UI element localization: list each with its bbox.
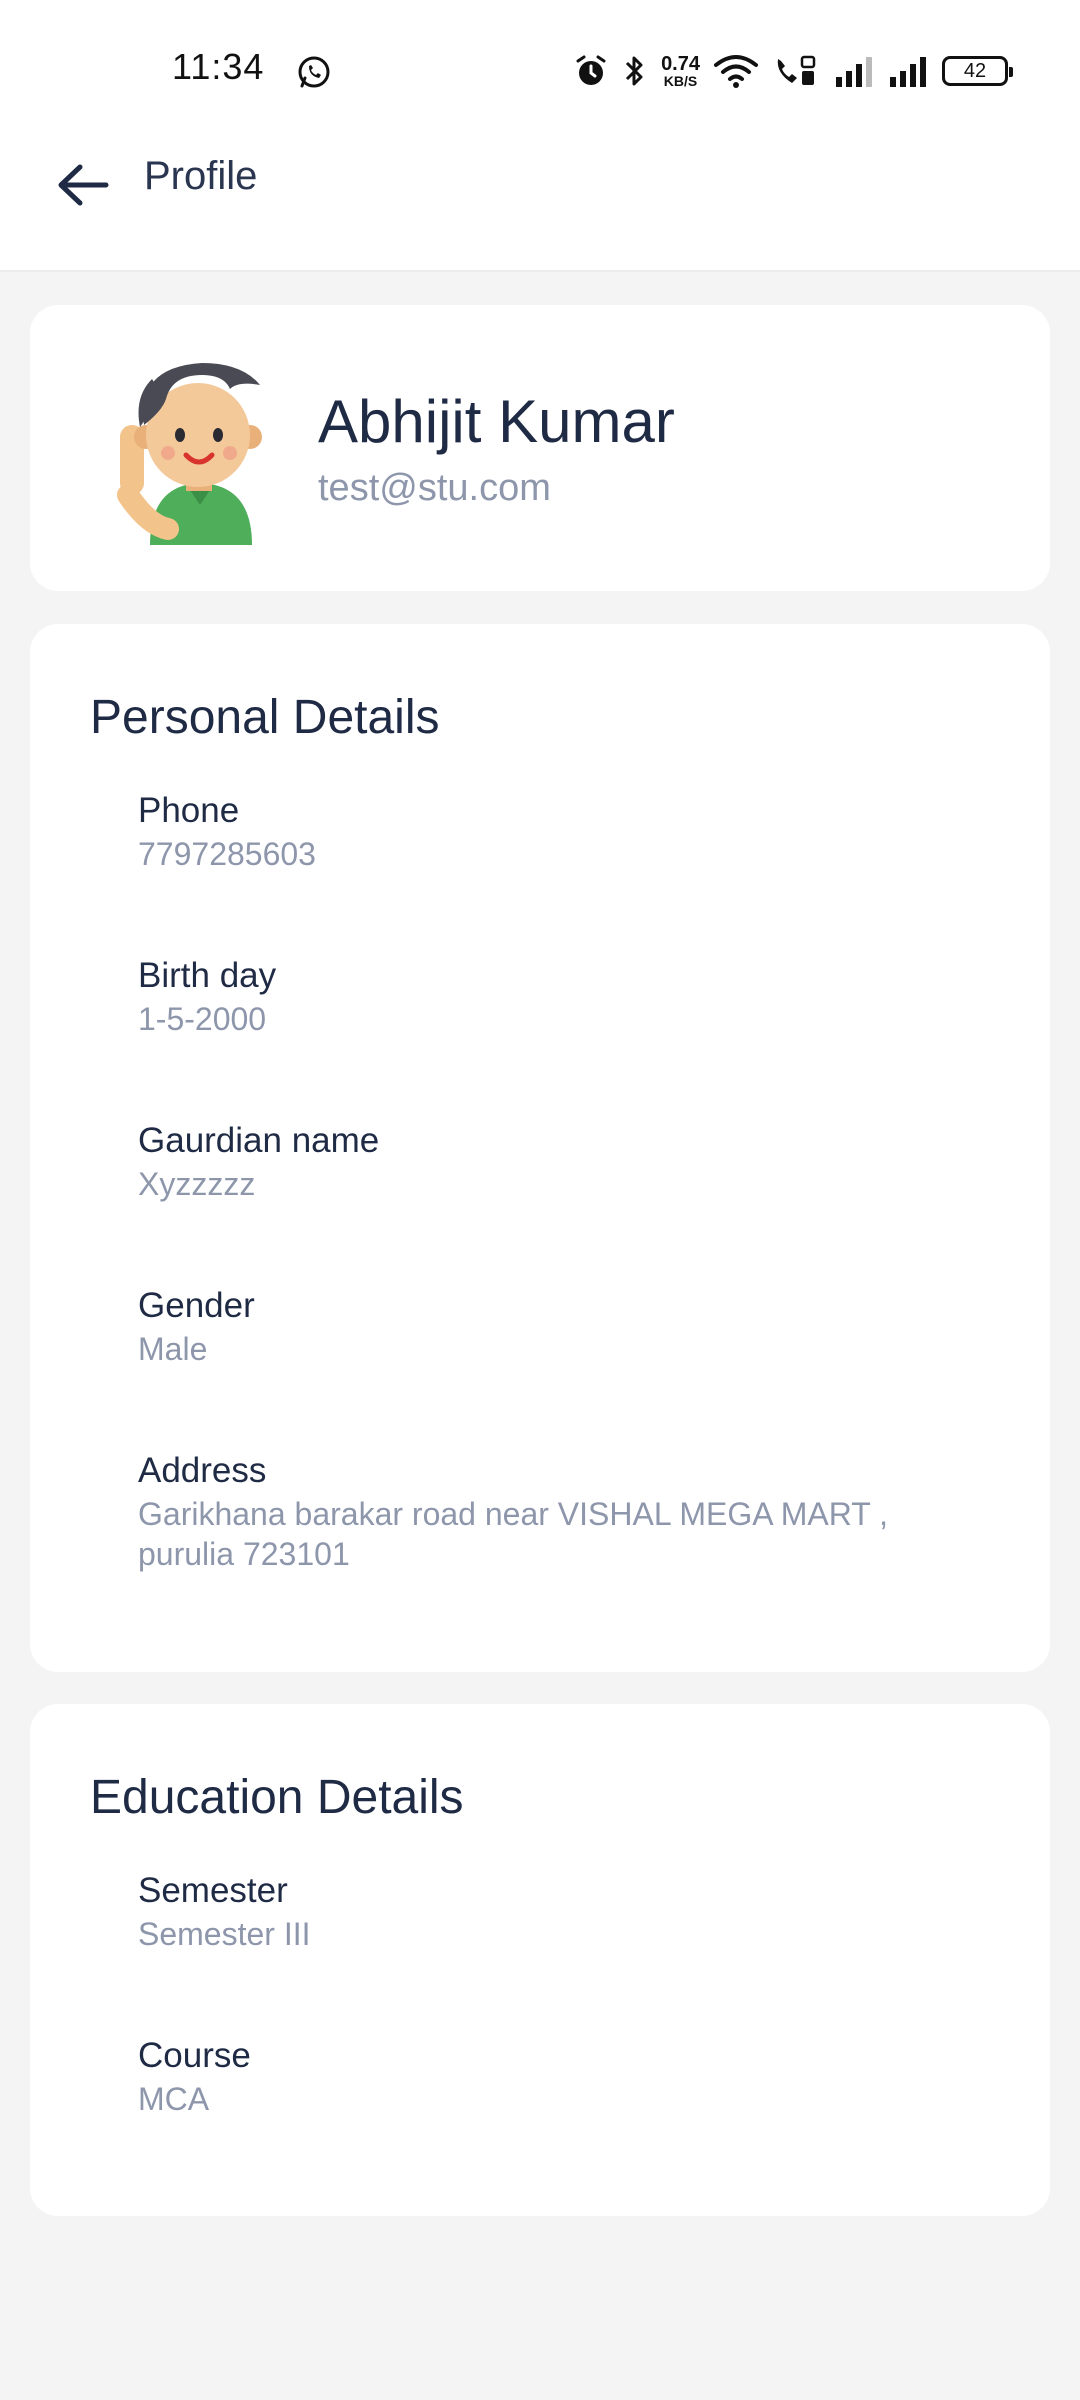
bluetooth-icon [626, 56, 643, 86]
field-value: Male [138, 1331, 208, 1367]
signal-2-icon [890, 57, 926, 87]
signal-1-icon [836, 57, 872, 87]
whatsapp-icon [298, 56, 330, 88]
page-title: Profile [144, 154, 258, 198]
alarm-icon [576, 55, 606, 85]
network-speed: 0.74 KB/S [661, 54, 700, 88]
profile-name: Abhijit Kumar [318, 388, 675, 455]
field-guardian-name: Gaurdian name Xyzzzzz [138, 1118, 990, 1204]
screen: 11:34 0.74 KB/S 42 Profile Abhijit Kumar… [0, 0, 1080, 2400]
section-title-personal-details: Personal Details [90, 691, 440, 744]
education-details-card: Education Details Semester Semester III … [30, 1704, 1050, 2216]
status-bar: 11:34 0.74 KB/S 42 [0, 0, 1080, 128]
field-birth-day: Birth day 1-5-2000 [138, 953, 990, 1039]
field-label: Address [138, 1451, 267, 1490]
profile-email: test@stu.com [318, 467, 551, 509]
network-speed-unit: KB/S [663, 73, 698, 89]
field-label: Birth day [138, 956, 277, 995]
personal-details-card: Personal Details Phone 7797285603 Birth … [30, 624, 1050, 1672]
section-title-education-details: Education Details [90, 1771, 464, 1824]
wifi-calling-icon [777, 55, 816, 85]
app-bar: Profile [0, 128, 1080, 272]
field-phone: Phone 7797285603 [138, 788, 990, 874]
field-label: Gender [138, 1286, 255, 1325]
arrow-left-icon [58, 164, 109, 206]
network-speed-value: 0.74 [661, 53, 700, 75]
back-button[interactable] [50, 152, 116, 218]
battery-indicator: 42 [942, 56, 1013, 86]
field-gender: Gender Male [138, 1283, 990, 1369]
field-address: Address Garikhana barakar road near VISH… [138, 1448, 990, 1574]
field-value: Xyzzzzz [138, 1166, 256, 1202]
profile-card: Abhijit Kumar test@stu.com [30, 305, 1050, 591]
field-label: Course [138, 2036, 251, 2075]
field-value: Semester III [138, 1916, 311, 1952]
field-value: 1-5-2000 [138, 1001, 267, 1037]
field-course: Course MCA [138, 2033, 990, 2119]
status-time: 11:34 [172, 46, 265, 87]
field-value: 7797285603 [138, 836, 316, 872]
battery-level: 42 [963, 59, 987, 82]
field-label: Gaurdian name [138, 1121, 380, 1160]
field-label: Semester [138, 1871, 288, 1910]
avatar [117, 363, 262, 545]
field-value: Garikhana barakar road near VISHAL MEGA … [138, 1496, 888, 1572]
wifi-icon [714, 55, 758, 88]
field-label: Phone [138, 791, 240, 830]
field-value: MCA [138, 2081, 210, 2117]
status-icons: 0.74 KB/S 42 [573, 48, 1013, 94]
field-semester: Semester Semester III [138, 1868, 990, 1954]
